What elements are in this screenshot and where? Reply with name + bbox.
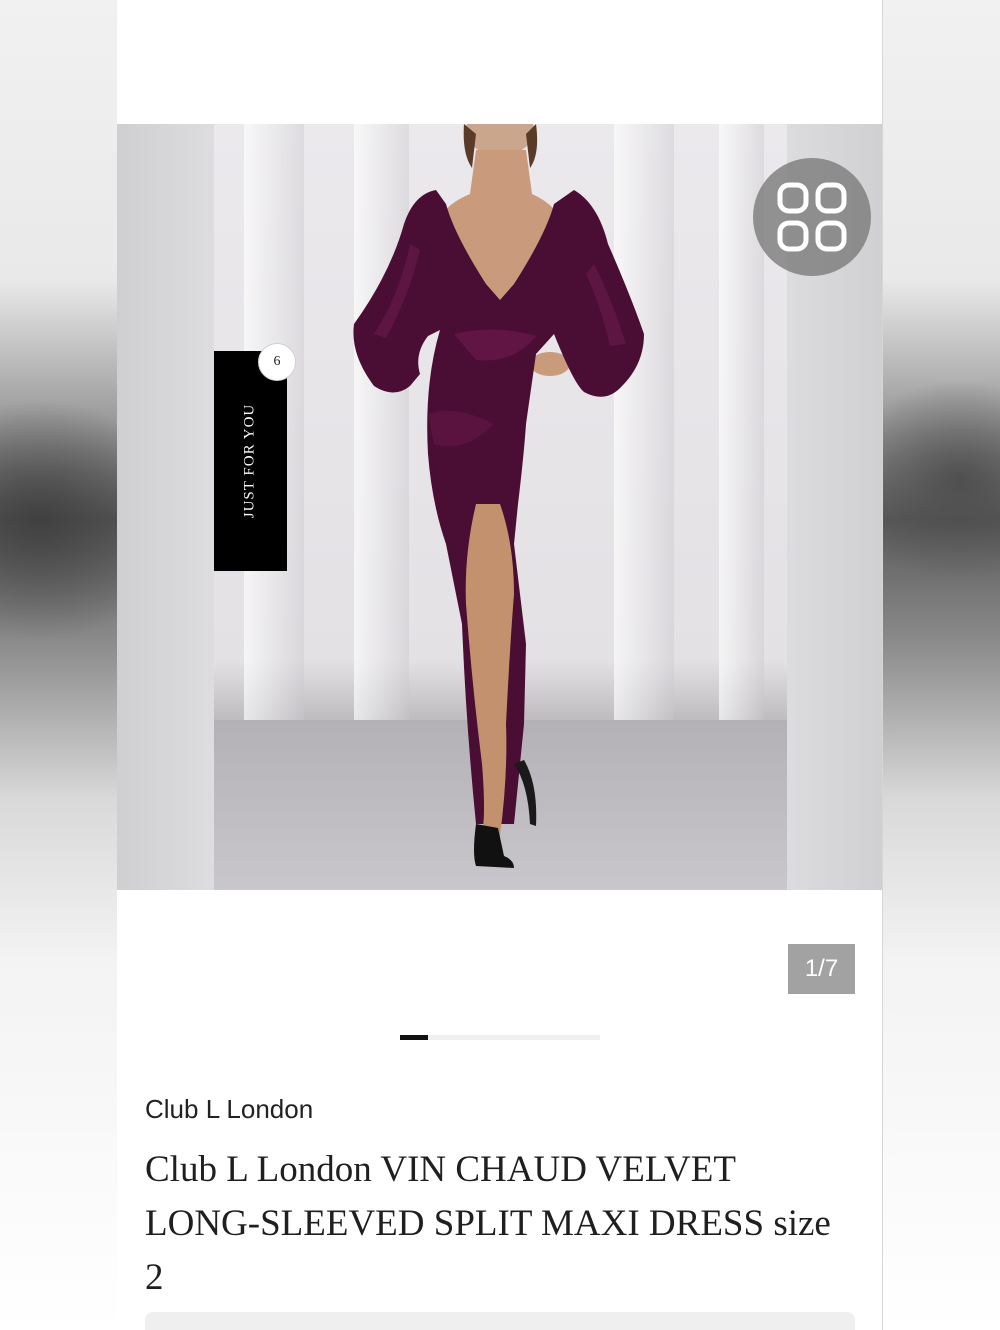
product-title: Club L London VIN CHAUD VELVET LONG-SLEE…: [145, 1149, 831, 1298]
carousel-progress-track: [400, 1035, 600, 1040]
just-for-you-tab[interactable]: JUST FOR YOU: [214, 351, 287, 571]
just-for-you-label: JUST FOR YOU: [241, 403, 258, 519]
carousel-progress-fill: [400, 1035, 428, 1040]
image-counter: 1/7: [788, 944, 855, 994]
product-photo[interactable]: [214, 124, 787, 890]
product-page: JUST FOR YOU 6 1/7 Club L London Club L …: [117, 0, 883, 1330]
image-gallery[interactable]: JUST FOR YOU 6: [117, 124, 882, 890]
gallery-margin-left: [117, 124, 214, 890]
grid-view-button[interactable]: [753, 158, 871, 276]
grid-view-icon: [777, 182, 847, 252]
model-in-velvet-dress: [353, 124, 644, 868]
next-section-card: [145, 1312, 855, 1330]
brand-name[interactable]: Club L London: [145, 1094, 313, 1125]
just-for-you-count-badge[interactable]: 6: [258, 343, 296, 381]
